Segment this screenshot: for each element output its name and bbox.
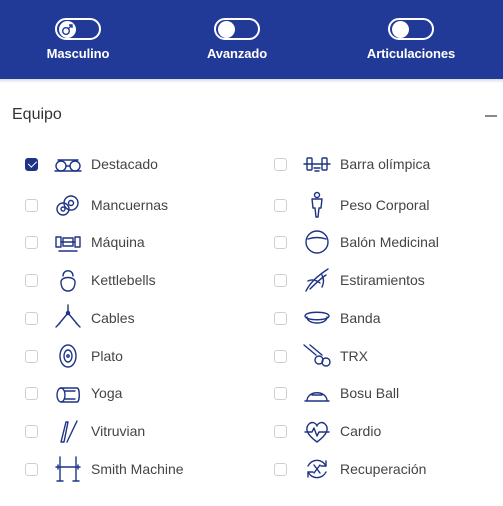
- male-symbol-icon: [62, 24, 73, 35]
- equipment-label: TRX: [340, 348, 368, 364]
- cardio-icon: [302, 416, 332, 446]
- equipment-label: Bosu Ball: [340, 385, 400, 401]
- header-shadow: [0, 79, 503, 83]
- checkbox[interactable]: [274, 386, 287, 400]
- equipment-option[interactable]: Smith Machine: [25, 452, 184, 486]
- toggle-label: Masculino: [46, 46, 110, 61]
- olympic-bar-icon: [302, 149, 332, 179]
- toggle-switch[interactable]: [214, 18, 260, 40]
- equipment-label: Recuperación: [340, 461, 427, 477]
- smith-machine-icon: [53, 454, 83, 484]
- equipment-label: Yoga: [91, 385, 123, 401]
- checkbox[interactable]: [25, 349, 38, 363]
- checkbox[interactable]: [274, 311, 287, 325]
- plate-icon: [53, 341, 83, 371]
- checkbox[interactable]: [25, 157, 38, 171]
- equipment-label: Banda: [340, 310, 381, 326]
- checkbox[interactable]: [25, 424, 38, 438]
- equipment-option[interactable]: Cables: [25, 301, 135, 335]
- kettlebell-icon: [53, 265, 83, 295]
- toggle-articulaciones[interactable]: Articulaciones: [341, 18, 481, 61]
- stretching-icon: [302, 265, 332, 295]
- equipment-option[interactable]: Destacado: [25, 147, 158, 181]
- bosu-ball-icon: [302, 378, 332, 408]
- checkbox[interactable]: [274, 235, 287, 249]
- equipment-option[interactable]: Balón Medicinal: [274, 225, 439, 259]
- equipment-option[interactable]: Recuperación: [274, 452, 426, 486]
- equipment-label: Vitruvian: [91, 423, 146, 439]
- checkbox[interactable]: [274, 424, 287, 438]
- filter-header: Masculino Avanzado Articulaciones: [0, 0, 503, 79]
- section-title: Equipo: [12, 106, 62, 123]
- equipment-label: Smith Machine: [91, 461, 184, 477]
- medicine-ball-icon: [302, 227, 332, 257]
- toggle-knob: [392, 21, 409, 38]
- equipment-label: Barra olímpica: [340, 156, 431, 172]
- toggle-avanzado[interactable]: Avanzado: [167, 18, 307, 61]
- equipment-option[interactable]: Banda: [274, 301, 380, 335]
- equipment-label: Plato: [91, 348, 123, 364]
- yoga-mat-icon: [53, 378, 83, 408]
- band-icon: [302, 303, 332, 333]
- equipment-option[interactable]: TRX: [274, 339, 368, 373]
- featured-equipment-icon: [53, 149, 83, 179]
- checkbox[interactable]: [25, 462, 38, 476]
- checkbox[interactable]: [274, 462, 287, 476]
- equipment-option[interactable]: Vitruvian: [25, 414, 145, 448]
- toggle-switch[interactable]: [55, 18, 101, 40]
- equipment-option[interactable]: Estiramientos: [274, 263, 425, 297]
- equipment-option[interactable]: Kettlebells: [25, 263, 156, 297]
- equipment-label: Mancuernas: [91, 197, 169, 213]
- equipment-option[interactable]: Máquina: [25, 225, 145, 259]
- checkbox[interactable]: [274, 273, 287, 287]
- equipment-option[interactable]: Bosu Ball: [274, 376, 399, 410]
- machine-icon: [53, 227, 83, 257]
- checkbox[interactable]: [274, 198, 287, 212]
- equipment-option[interactable]: Barra olímpica: [274, 147, 430, 181]
- toggle-knob: [218, 21, 235, 38]
- equipment-label: Kettlebells: [91, 272, 156, 288]
- checkbox[interactable]: [274, 349, 287, 363]
- collapse-icon[interactable]: [485, 115, 497, 117]
- trx-icon: [302, 341, 332, 371]
- equipment-option[interactable]: Plato: [25, 339, 123, 373]
- equipment-label: Máquina: [91, 234, 145, 250]
- checkbox[interactable]: [25, 386, 38, 400]
- checkbox[interactable]: [274, 157, 287, 171]
- checkbox[interactable]: [25, 198, 38, 212]
- checkbox[interactable]: [25, 311, 38, 325]
- equipment-option[interactable]: Mancuernas: [25, 188, 168, 222]
- checkbox[interactable]: [25, 273, 38, 287]
- equipment-option[interactable]: Cardio: [274, 414, 381, 448]
- equipment-label: Cables: [91, 310, 135, 326]
- dumbbell-plates-icon: [53, 190, 83, 220]
- toggle-knob: [59, 21, 76, 38]
- equipment-label: Cardio: [340, 423, 382, 439]
- equipment-label: Balón Medicinal: [340, 234, 439, 250]
- equipment-option[interactable]: Yoga: [25, 376, 122, 410]
- checkbox[interactable]: [25, 235, 38, 249]
- toggle-masculino[interactable]: Masculino: [8, 18, 148, 61]
- bodyweight-icon: [302, 190, 332, 220]
- toggle-switch[interactable]: [388, 18, 434, 40]
- toggle-label: Avanzado: [206, 46, 268, 61]
- toggle-label: Articulaciones: [366, 46, 456, 61]
- equipment-label: Peso Corporal: [340, 197, 430, 213]
- equipment-label: Destacado: [91, 156, 158, 172]
- equipment-option[interactable]: Peso Corporal: [274, 188, 430, 222]
- cables-icon: [53, 303, 83, 333]
- recovery-icon: [302, 454, 332, 484]
- vitruvian-icon: [53, 416, 83, 446]
- equipment-label: Estiramientos: [340, 272, 425, 288]
